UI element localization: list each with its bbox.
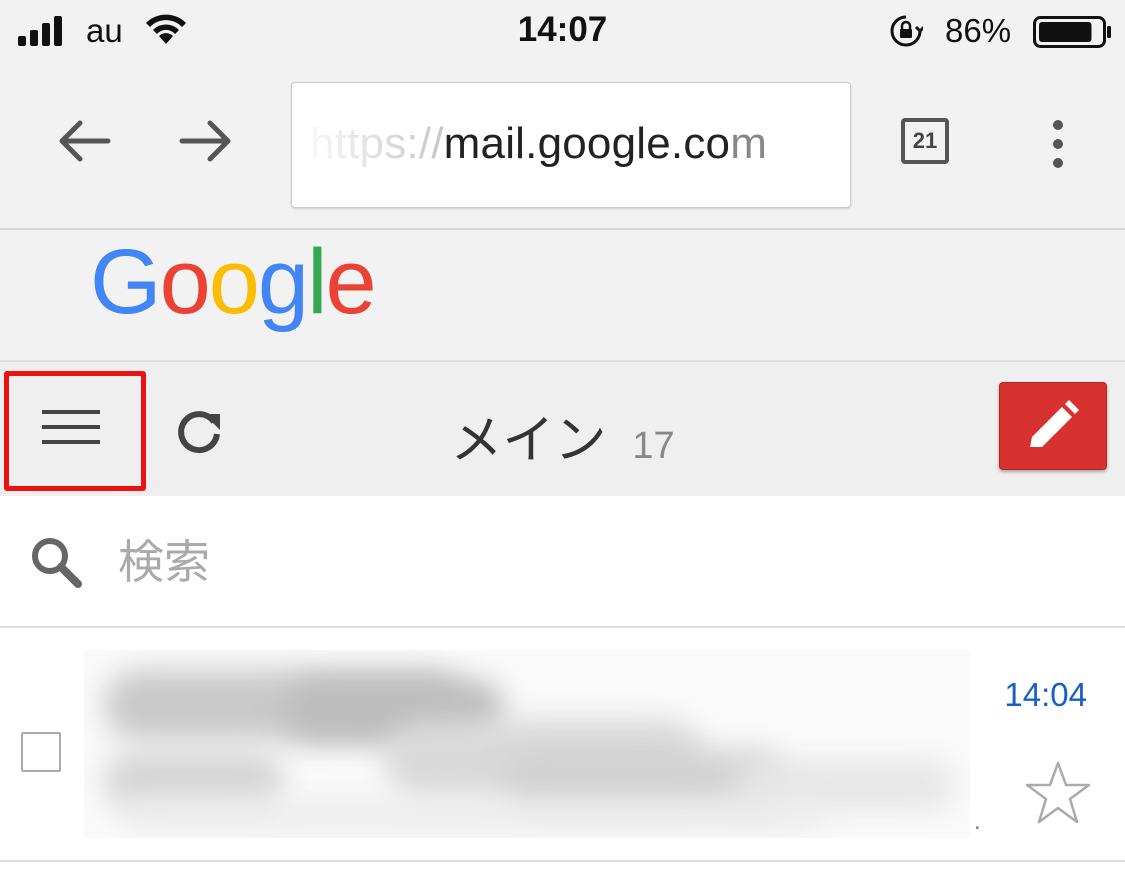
more-vert-icon[interactable]	[1042, 118, 1074, 170]
logo-letter: o	[208, 231, 260, 333]
unread-count: 17	[632, 425, 675, 467]
url-host: mail.google.co	[443, 119, 731, 168]
address-bar[interactable]: https://mail.google.com	[291, 82, 851, 208]
mail-toolbar: メイン 17	[0, 362, 1125, 496]
url-text: https://mail.google.com	[310, 119, 767, 169]
message-time: 14:04	[1004, 676, 1087, 713]
google-logo[interactable]: Google	[90, 230, 377, 335]
logo-letter: G	[90, 231, 162, 333]
mail-title-wrap: メイン 17	[0, 398, 1125, 473]
url-scheme: https://	[310, 119, 444, 168]
tab-switcher-button[interactable]: 21	[901, 118, 949, 164]
back-arrow-icon[interactable]	[54, 111, 114, 171]
url-tail: m	[730, 119, 768, 168]
logo-letter: l	[307, 231, 328, 333]
search-input[interactable]	[116, 526, 1020, 598]
status-bar: au 14:07 86%	[0, 0, 1125, 66]
logo-letter: g	[257, 231, 309, 333]
separator-dot: .	[974, 808, 981, 835]
browser-toolbar: https://mail.google.com 21	[0, 66, 1125, 230]
row-checkbox[interactable]	[21, 732, 61, 772]
mail-list: 14:04 .	[0, 628, 1125, 886]
forward-arrow-icon[interactable]	[176, 111, 236, 171]
pencil-icon	[1030, 400, 1079, 447]
search-bar	[0, 496, 1125, 628]
battery-icon	[1033, 16, 1111, 48]
gmail-header: Google	[0, 230, 1125, 362]
mail-row[interactable]: 14:04 .	[0, 628, 1125, 862]
compose-button[interactable]	[999, 382, 1107, 470]
logo-letter: e	[325, 231, 377, 333]
mailbox-title: メイン	[450, 412, 607, 470]
star-icon[interactable]	[1024, 760, 1092, 826]
redacted-message-preview	[84, 650, 970, 838]
search-icon	[32, 538, 82, 588]
logo-letter: o	[159, 231, 211, 333]
battery-percent: 86%	[945, 12, 1012, 49]
rotation-lock-icon	[890, 15, 923, 47]
